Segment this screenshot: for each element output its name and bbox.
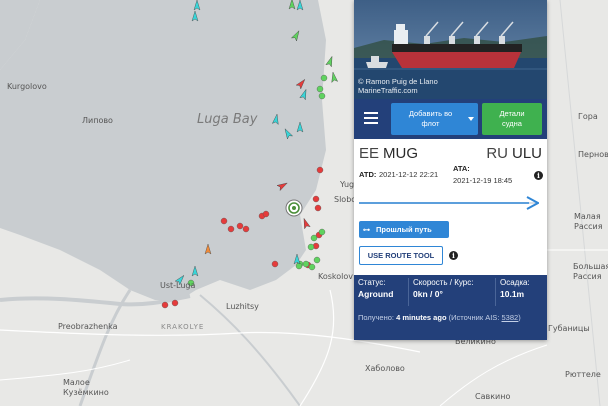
- vessel-details-button[interactable]: Детали судна: [482, 103, 542, 135]
- add-to-fleet-label: Добавить во флот: [408, 109, 453, 128]
- past-track-button[interactable]: ⊶ Прошлый путь: [359, 221, 449, 238]
- voyage-progress-bar: [359, 196, 539, 210]
- selected-vessel-marker[interactable]: [285, 199, 303, 217]
- speed-course-label: Скорость / Курс:: [413, 278, 474, 287]
- vessel-marker[interactable]: [171, 299, 179, 307]
- place-gora: Гора: [578, 112, 598, 121]
- past-track-label: Прошлый путь: [376, 225, 432, 234]
- departure-port-code: MUG: [383, 145, 419, 162]
- received-label: Получено:: [358, 313, 394, 322]
- popup-toolbar: Добавить во флот Детали судна: [354, 99, 547, 139]
- place-kurgolovo: Kurgolovo: [7, 82, 47, 91]
- arrival-country-code: RU: [486, 145, 508, 162]
- hamburger-menu-icon: [364, 112, 378, 124]
- status-section: Статус: Aground Скорость / Курс: 0kn / 0…: [354, 275, 547, 340]
- place-khabolovo: Хаболово: [365, 364, 405, 373]
- received-info: Получено: 4 minutes ago (Источник AIS: 5…: [358, 313, 521, 322]
- received-time: 4 minutes ago: [396, 313, 447, 322]
- status-label: Статус:: [358, 278, 386, 287]
- vessel-marker[interactable]: [316, 166, 324, 174]
- departure-port[interactable]: EE MUG: [359, 145, 418, 162]
- vessel-marker[interactable]: [307, 243, 315, 251]
- vessel-details-label: Детали судна: [499, 109, 525, 128]
- route-tool-info-icon[interactable]: i: [449, 251, 458, 260]
- draught-cell: Осадка: 10.1m: [495, 278, 547, 306]
- vessel-marker[interactable]: [310, 234, 318, 242]
- add-to-fleet-button[interactable]: Добавить во флот: [391, 103, 478, 135]
- vessel-photo[interactable]: © Ramon Puig de Llano MarineTraffic.com: [354, 0, 547, 99]
- status-value: Aground: [358, 289, 394, 299]
- arrival-port-code: ULU: [511, 145, 542, 162]
- received-suffix: ): [518, 313, 521, 322]
- place-slobo: Slobo: [334, 195, 357, 204]
- vessel-marker[interactable]: [316, 85, 324, 93]
- place-koskolovo: Koskolov: [318, 272, 354, 281]
- vessel-marker[interactable]: [295, 262, 303, 270]
- place-gubanitsy: Губаницы: [548, 324, 590, 333]
- ata-label: ATA:: [453, 164, 470, 173]
- place-lipovo: Липово: [82, 116, 113, 125]
- vessel-marker[interactable]: [227, 225, 235, 233]
- vessel-marker[interactable]: [308, 263, 316, 271]
- atd-value: 2021-12-12 22:21: [379, 170, 439, 179]
- vessel-marker[interactable]: [271, 260, 279, 268]
- place-ust-luga: Ust-Luga: [160, 281, 196, 290]
- info-icon[interactable]: i: [534, 171, 543, 180]
- place-krakolye: KRAKOLYE: [161, 323, 205, 331]
- speed-course-cell: Скорость / Курс: 0kn / 0°: [408, 278, 495, 306]
- vessel-popup: © Ramon Puig de Llano MarineTraffic.com …: [354, 0, 547, 340]
- route-tool-label: USE ROUTE TOOL: [367, 251, 435, 260]
- vessel-marker[interactable]: [236, 222, 244, 230]
- atd-label: ATD:: [359, 170, 377, 179]
- vessel-marker[interactable]: [302, 260, 310, 268]
- speed-course-value: 0kn / 0°: [413, 289, 443, 299]
- place-pernovo: Перново: [578, 150, 608, 159]
- draught-label: Осадка:: [500, 278, 530, 287]
- place-savkino: Савкино: [475, 392, 511, 401]
- vessel-marker[interactable]: [220, 217, 228, 225]
- draught-value: 10.1m: [500, 289, 525, 299]
- vessel-marker[interactable]: [313, 256, 321, 264]
- place-maloe-kuzemkino: Малое Кузёмкино: [63, 378, 109, 397]
- received-source-label: (Источник AIS:: [448, 313, 500, 322]
- vessel-marker[interactable]: [320, 74, 328, 82]
- chevron-down-icon[interactable]: [468, 117, 474, 121]
- ais-source-link[interactable]: 5382: [502, 313, 519, 322]
- vessel-marker[interactable]: [161, 301, 169, 309]
- menu-button[interactable]: [358, 103, 384, 133]
- departure-country-code: EE: [359, 145, 380, 162]
- place-preobrazhenka: Preobrazhenka: [58, 322, 118, 331]
- place-malaya-rassiya: Малая Рассия: [574, 212, 603, 231]
- place-bolshaya-rassiya: Большая Рассия: [573, 262, 608, 281]
- status-cell: Статус: Aground: [354, 278, 408, 306]
- use-route-tool-button[interactable]: USE ROUTE TOOL: [359, 246, 443, 265]
- vessel-marker[interactable]: [314, 204, 322, 212]
- vessel-marker[interactable]: [318, 228, 326, 236]
- vessel-marker[interactable]: [242, 225, 250, 233]
- vessel-marker[interactable]: [312, 195, 320, 203]
- arrival-port[interactable]: RU ULU: [486, 145, 542, 162]
- photo-credit: © Ramon Puig de Llano MarineTraffic.com: [358, 77, 438, 95]
- place-luga-bay: Luga Bay: [197, 112, 258, 127]
- vessel-marker[interactable]: [318, 92, 326, 100]
- track-icon: ⊶: [363, 226, 370, 234]
- ata-value: 2021-12-19 18:45: [453, 176, 513, 185]
- vessel-marker[interactable]: [262, 210, 270, 218]
- place-ryttele: Рюттеле: [565, 370, 601, 379]
- place-yug: Yug: [340, 180, 355, 189]
- place-luzhitsy: Luzhitsy: [226, 302, 259, 311]
